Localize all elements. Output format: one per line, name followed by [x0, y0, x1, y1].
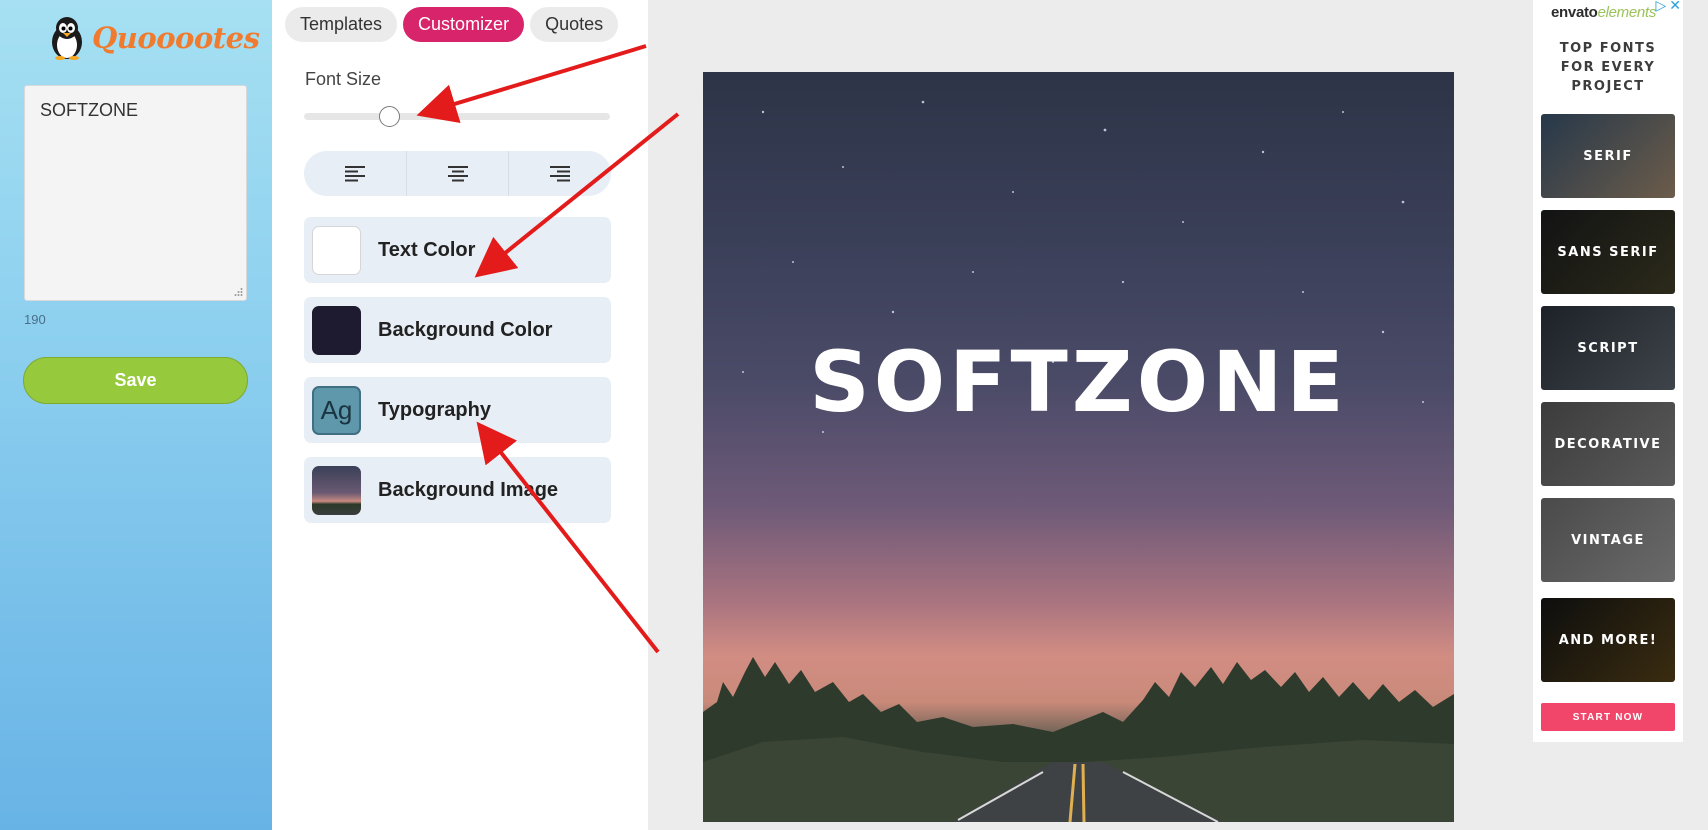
text-color-swatch	[312, 225, 361, 275]
quote-canvas-preview[interactable]: SOFTZONE	[703, 72, 1454, 822]
customizer-panel: Templates Customizer Quotes Font Size Te…	[272, 0, 648, 830]
ad-tile-decorative[interactable]: DECORATIVE	[1541, 402, 1675, 486]
ad-brand-light: elements	[1597, 4, 1657, 21]
typography-preview-icon: Ag	[312, 385, 361, 435]
background-color-option[interactable]: Background Color	[304, 297, 611, 363]
typography-label: Typography	[378, 398, 491, 421]
font-size-slider-thumb[interactable]	[379, 106, 401, 127]
ad-tile-sans-serif[interactable]: SANS SERIF	[1541, 210, 1675, 294]
ad-brand-main: envato	[1551, 4, 1598, 21]
background-image-label: Background Image	[378, 478, 559, 501]
align-right-button[interactable]	[509, 151, 611, 196]
ad-choices[interactable]: ▷ ✕	[1655, 0, 1681, 14]
align-center-icon	[447, 165, 468, 181]
penguin-logo-icon	[52, 17, 82, 60]
canvas-quote-text[interactable]: SOFTZONE	[703, 72, 1454, 822]
envato-elements-logo: envatoelements	[1551, 4, 1656, 21]
tab-quotes[interactable]: Quotes	[530, 7, 619, 42]
text-align-group	[304, 151, 611, 196]
resize-grip-icon[interactable]	[233, 287, 243, 297]
font-size-slider-track[interactable]	[304, 113, 610, 120]
ad-tile-and-more[interactable]: AND MORE!	[1541, 598, 1675, 682]
ad-tile-vintage[interactable]: VINTAGE	[1541, 498, 1675, 582]
align-center-button[interactable]	[407, 151, 510, 196]
text-color-label: Text Color	[378, 238, 476, 261]
typography-option[interactable]: Ag Typography	[304, 377, 611, 443]
left-sidebar: Quooootes SOFTZONE 190 Save	[0, 0, 272, 830]
quote-textarea[interactable]: SOFTZONE	[24, 85, 247, 301]
character-count: 190	[24, 312, 46, 327]
app-logo[interactable]: Quooootes	[48, 16, 260, 60]
save-button[interactable]: Save	[23, 357, 248, 404]
text-color-option[interactable]: Text Color	[304, 217, 611, 283]
ad-headline: TOP FONTS FOR EVERY PROJECT	[1559, 41, 1657, 94]
adchoices-icon[interactable]: ▷	[1655, 0, 1666, 14]
tab-bar: Templates Customizer Quotes	[285, 7, 619, 42]
ad-tile-script[interactable]: SCRIPT	[1541, 306, 1675, 390]
tab-customizer[interactable]: Customizer	[403, 7, 525, 42]
align-left-icon	[344, 165, 365, 181]
tab-templates[interactable]: Templates	[285, 7, 398, 42]
font-size-label: Font Size	[305, 69, 382, 89]
start-now-button[interactable]: START NOW	[1541, 703, 1675, 731]
ad-tile-serif[interactable]: SERIF	[1541, 114, 1675, 198]
background-color-swatch	[312, 305, 361, 355]
quote-text: SOFTZONE	[40, 100, 138, 120]
background-image-thumbnail	[312, 465, 361, 515]
close-ad-icon[interactable]: ✕	[1669, 0, 1681, 14]
align-right-icon	[550, 165, 571, 181]
background-image-option[interactable]: Background Image	[304, 457, 611, 523]
envato-advertisement[interactable]: envatoelements ▷ ✕ TOP FONTS FOR EVERY P…	[1533, 0, 1683, 742]
app-name: Quooootes	[92, 21, 260, 55]
align-left-button[interactable]	[304, 151, 407, 196]
background-color-label: Background Color	[378, 318, 553, 341]
